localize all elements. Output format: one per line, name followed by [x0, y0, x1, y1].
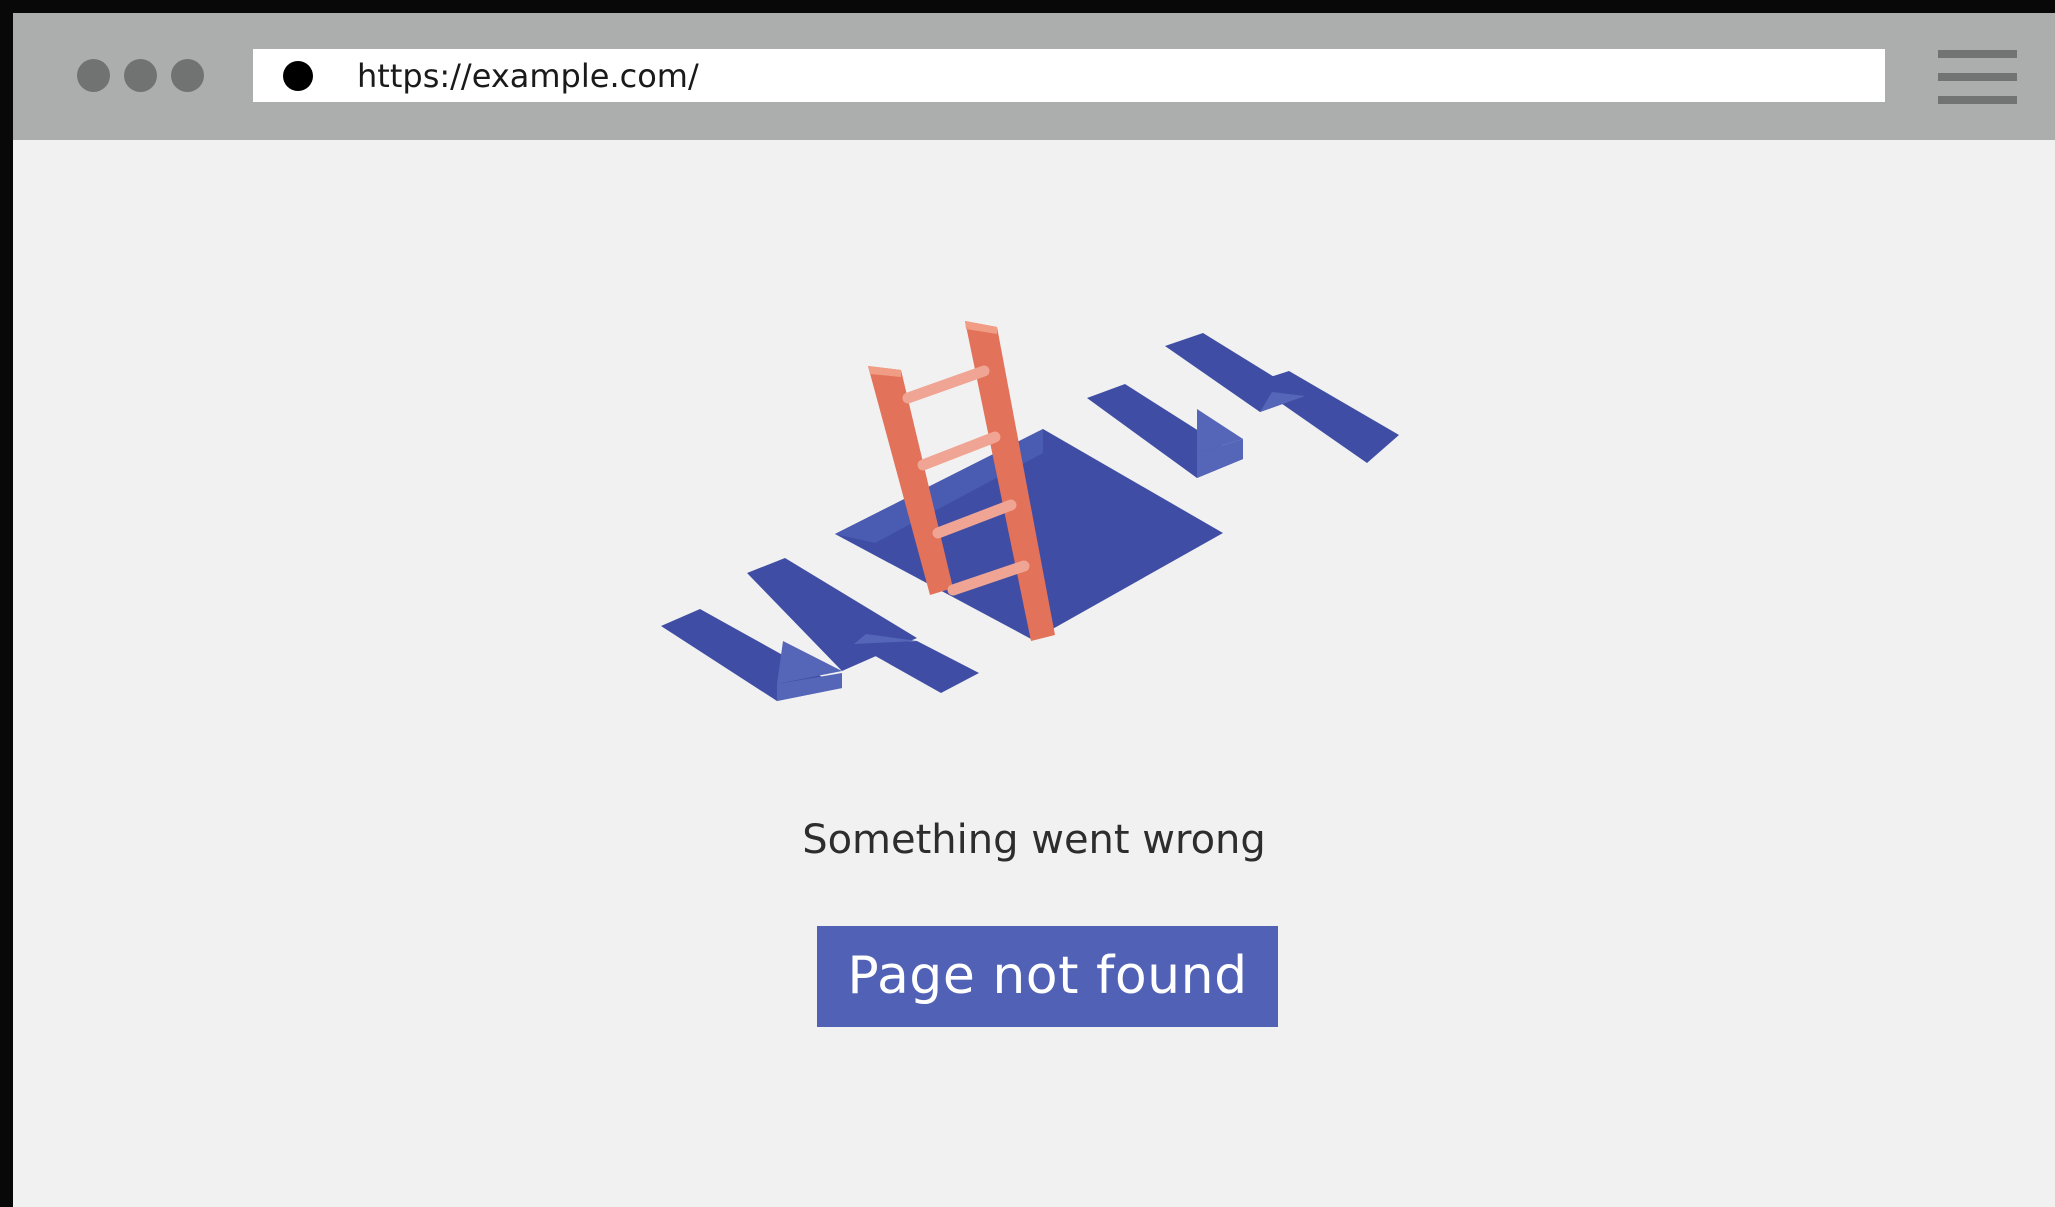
error-message: Something went wrong [802, 817, 1266, 863]
browser-window: https://example.com/ Something went wron… [13, 13, 2055, 1207]
site-indicator-icon [283, 61, 313, 91]
hamburger-line [1938, 50, 2017, 58]
page-not-found-button[interactable]: Page not found [817, 926, 1278, 1027]
hamburger-line [1938, 96, 2017, 104]
browser-toolbar: https://example.com/ [13, 13, 2055, 140]
404-hole-ladder-illustration [661, 321, 1399, 701]
url-text[interactable]: https://example.com/ [357, 58, 699, 94]
window-controls [77, 59, 204, 92]
window-control-dot-icon[interactable] [124, 59, 157, 92]
window-control-dot-icon[interactable] [77, 59, 110, 92]
address-bar[interactable]: https://example.com/ [253, 49, 1885, 102]
window-control-dot-icon[interactable] [171, 59, 204, 92]
right-four-icon [1087, 333, 1399, 478]
hamburger-line [1938, 73, 2017, 81]
hamburger-menu-icon[interactable] [1938, 50, 2017, 104]
